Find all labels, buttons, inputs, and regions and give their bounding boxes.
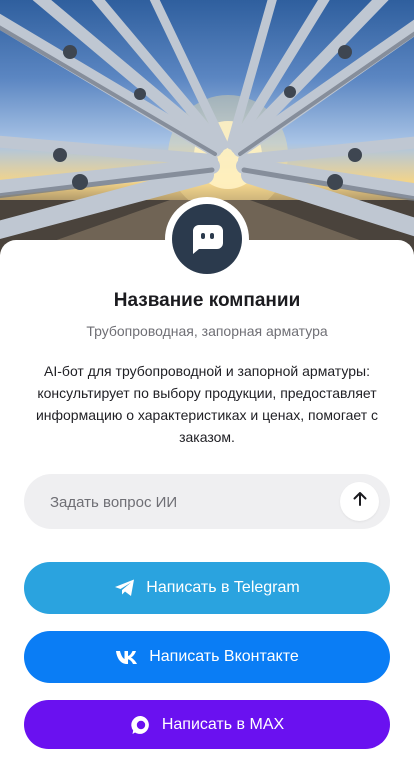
max-button-label: Написать в MAX [161,715,285,733]
company-name: Название компании [113,290,301,311]
telegram-icon [114,578,136,598]
ask-ai-input[interactable] [48,474,352,531]
ask-ai-field[interactable] [24,474,390,531]
vk-button[interactable]: Написать Вконтакте [24,631,390,683]
max-button[interactable]: Написать в MAX [24,700,390,749]
arrow-up-icon [351,490,369,513]
vk-button-label: Написать Вконтакте [149,648,299,665]
chat-bot-icon [187,217,227,262]
company-category: Трубопроводная, запорная арматура [86,323,328,339]
vk-icon [115,649,139,665]
avatar [172,204,242,274]
company-description: AI-бот для трубопроводной и запорной арм… [35,363,379,445]
max-icon [130,714,152,736]
send-button[interactable] [340,482,379,521]
telegram-button-label: Написать в Telegram [146,579,300,596]
telegram-button[interactable]: Написать в Telegram [24,562,390,614]
